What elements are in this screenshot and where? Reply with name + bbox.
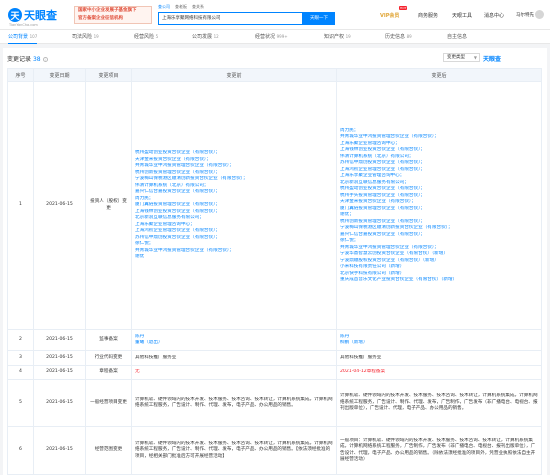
cell-item: 行业代码变更 xyxy=(85,350,132,366)
hot-badge: HOT xyxy=(399,6,408,10)
search-tab-boss[interactable]: 查老板 xyxy=(175,4,187,11)
cell-date: 2021-06-15 xyxy=(33,365,86,380)
cell-date: 2021-06-15 xyxy=(33,329,86,351)
table-row: 1 2021-06-15 投资人（股权）变更 杭州盈动创业投资合伙企业（有限合伙）；天… xyxy=(7,81,542,330)
cell-before: 陈丹 董曦（退出） xyxy=(131,329,337,351)
cell-date: 2021-06-15 xyxy=(33,350,86,366)
search-button[interactable]: 天眼一下 xyxy=(303,12,335,25)
cell-before: 计算机软、硬件领域内的技术开发、技术服务、技术咨询、技术转让，计算机系统集成，计… xyxy=(131,379,337,427)
avatar[interactable] xyxy=(535,10,544,19)
tab-intellectual-property[interactable]: 知识产权 19 xyxy=(324,33,351,40)
banner-line-2: 官方备案企业征信机构 xyxy=(78,16,123,21)
list-item[interactable]: 2021-04-12章程备案 xyxy=(340,369,538,376)
cell-index: 4 xyxy=(7,365,34,380)
list-item: 一般项目：计算机软、硬件领域内的技术开发、技术服务、技术咨询、技术转让，计算机系… xyxy=(340,437,536,463)
col-item: 变更项目 xyxy=(85,68,132,82)
cell-item: 经营范围变更 xyxy=(85,426,132,475)
banner-line-1: 国家中小企业发展子基金旗下 xyxy=(78,8,137,13)
cell-after: 计算机软、硬件领域内的技术开发、技术服务、技术咨询、技术转让，计算机系统集成，计… xyxy=(336,379,542,427)
change-records-card: 变更记录 38 i 变更类型 ▼ 天眼查 序号 变更日期 变更项目 变更前 变更后 … xyxy=(3,48,547,475)
list-item[interactable]: 重庆成首音乐文化产业投资合伙企业（有限合伙）（新增） xyxy=(340,277,538,284)
list-item[interactable]: 谢优 xyxy=(135,254,333,261)
col-date: 变更日期 xyxy=(33,68,86,82)
tab-business-risk[interactable]: 经营风险 5 xyxy=(134,33,158,40)
search-area: 查公司 查老板 查关系 上海乐享聚网络科技有限公司 天眼一下 xyxy=(158,4,338,26)
logo-icon: 天 xyxy=(8,8,22,22)
cell-before: 计算机软、硬件领域内的技术开发、技术服务、技术咨询、技术转让，计算机系统集成，计… xyxy=(131,426,337,475)
nav-business-services[interactable]: 商务服务 xyxy=(418,12,438,19)
table-row: 3 2021-06-15 行业代码变更 其他科技推广服务业 其他科技推广服务业 xyxy=(7,350,542,366)
cell-after: 2021-04-12章程备案 xyxy=(336,365,542,380)
cell-item: 监事备案 xyxy=(85,329,132,351)
info-icon[interactable]: i xyxy=(42,57,48,62)
top-header: 天 天眼查 TianYanCha.com 国家中小企业发展子基金旗下 官方备案企… xyxy=(0,0,550,30)
list-item[interactable]: 董曦（退出） xyxy=(135,340,333,347)
cell-index: 1 xyxy=(7,81,34,330)
watermark-logo: 天眼查 xyxy=(483,56,502,63)
list-item: 计算机软、硬件领域内的技术开发、技术服务、技术咨询、技术转让，计算机系统集成，计… xyxy=(135,396,333,409)
cell-index: 2 xyxy=(7,329,34,351)
chevron-down-icon: ▼ xyxy=(473,55,477,60)
cell-after: 陈丹 柳鹏（新增） xyxy=(336,329,542,351)
section-title: 变更记录 38 i xyxy=(7,54,48,63)
cell-date: 2021-06-15 xyxy=(33,81,86,330)
nav-user[interactable]: 马尔特先 xyxy=(516,12,534,18)
logo[interactable]: 天 天眼查 xyxy=(8,7,57,23)
cell-item: 投资人（股权）变更 xyxy=(85,81,132,330)
table-header: 序号 变更日期 变更项目 变更前 变更后 xyxy=(7,68,542,82)
list-item: 计算机软、硬件领域内的技术开发、技术服务、技术咨询、技术转让，计算机系统集成，计… xyxy=(135,440,333,459)
cell-before: 杭州盈动创业投资合伙企业（有限合伙）； 天津金米投资合伙企业（有限合伙）； 共青城华… xyxy=(131,81,337,330)
cell-before: 其他科技推广服务业 xyxy=(131,350,337,366)
logo-name: 天眼查 xyxy=(24,9,57,22)
cell-date: 2021-06-15 xyxy=(33,379,86,427)
cell-index: 3 xyxy=(7,350,34,366)
change-records-table: 序号 变更日期 变更项目 变更前 变更后 1 2021-06-15 投资人（股权）变… xyxy=(7,68,542,475)
search-tab-relation[interactable]: 查关系 xyxy=(192,4,204,11)
col-before: 变更前 xyxy=(131,68,337,82)
tab-background[interactable]: 公司背景 107 xyxy=(8,33,38,44)
list-item[interactable]: 其他科技推广服务业 xyxy=(135,355,333,362)
table-row: 5 2021-06-15 一般经营项目变更 计算机软、硬件领域内的技术开发、技术服务、… xyxy=(7,379,542,427)
search-input[interactable]: 上海乐享聚网络科技有限公司 xyxy=(158,12,303,25)
cell-after: 周力民； 共青城华业中鸿投资管理合伙企业（有限合伙）； 上海乐聚企业管理咨询中心；上… xyxy=(336,81,542,330)
table-row: 2 2021-06-15 监事备案 陈丹 董曦（退出） 陈丹 柳鹏（新增） xyxy=(7,329,542,351)
cell-after: 其他科技推广服务业 xyxy=(336,350,542,366)
col-after: 变更后 xyxy=(336,68,542,82)
tab-self-info[interactable]: 自主信息 xyxy=(447,33,467,40)
cell-item: 一般经营项目变更 xyxy=(85,379,132,427)
record-count: 38 xyxy=(32,56,41,63)
table-row: 6 2021-06-15 经营范围变更 计算机软、硬件领域内的技术开发、技术服务、技术… xyxy=(7,426,542,475)
tab-legal-risk[interactable]: 司法风险 19 xyxy=(72,33,99,40)
list-item[interactable]: 无 xyxy=(135,369,333,376)
cell-index: 5 xyxy=(7,379,34,427)
tab-development[interactable]: 公司发展 12 xyxy=(192,33,219,40)
nav-vip[interactable]: VIP会员 xyxy=(380,12,399,19)
change-type-select[interactable]: 变更类型 ▼ xyxy=(443,53,480,62)
cell-after: 一般项目：计算机软、硬件领域内的技术开发、技术服务、技术咨询、技术转让，计算机系… xyxy=(336,426,542,475)
logo-domain: TianYanCha.com xyxy=(9,23,38,27)
cell-item: 章程备案 xyxy=(85,365,132,380)
promo-banner[interactable]: 国家中小企业发展子基金旗下 官方备案企业征信机构 xyxy=(74,6,152,24)
tab-history[interactable]: 历史信息 89 xyxy=(385,33,412,40)
nav-tools[interactable]: 天眼工具 xyxy=(452,12,472,19)
nav-messages[interactable]: 消息中心 xyxy=(484,12,504,19)
list-item[interactable]: 其他科技推广服务业 xyxy=(340,355,538,362)
cell-index: 6 xyxy=(7,426,34,475)
company-tabs: 公司背景 107 司法风险 19 经营风险 5 公司发展 12 经营状况 999… xyxy=(0,30,550,71)
col-index: 序号 xyxy=(7,68,34,82)
table-row: 4 2021-06-15 章程备案无 2021-04-12章程备案 xyxy=(7,365,542,380)
cell-before: 无 xyxy=(131,365,337,380)
cell-date: 2021-06-15 xyxy=(33,426,86,475)
search-tab-company[interactable]: 查公司 xyxy=(158,4,170,11)
list-item: 计算机软、硬件领域内的技术开发、技术服务、技术咨询、技术转让，计算机系统集成，计… xyxy=(340,393,538,412)
list-item[interactable]: 柳鹏（新增） xyxy=(340,340,538,347)
tab-operations[interactable]: 经营状况 999+ xyxy=(255,33,288,40)
